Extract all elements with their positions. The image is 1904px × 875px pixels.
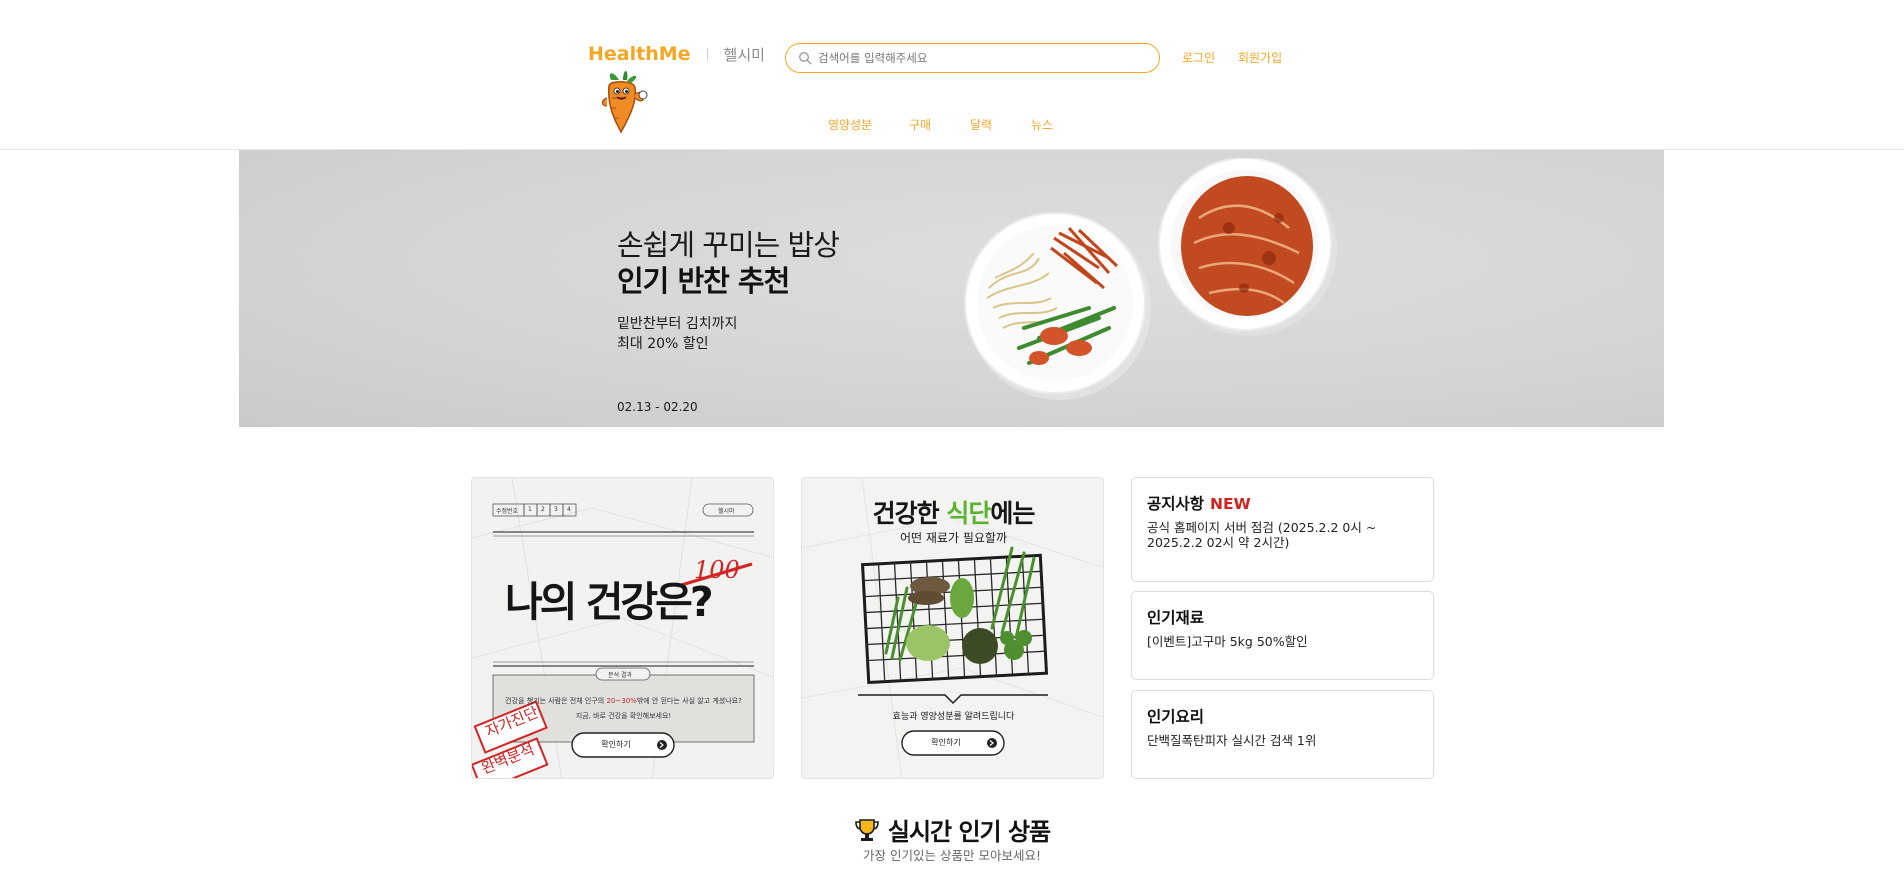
healthy-diet-card[interactable]: 건강한 식단에는 어떤 재료가 필요할까 효능과 영양성분를 알려드립니다 확인… bbox=[801, 477, 1104, 779]
section-title: 실시간 인기 상품 bbox=[0, 812, 1904, 847]
section-title-text: 실시간 인기 상품 bbox=[887, 818, 1051, 846]
logo[interactable]: HealthMe 헬시미 bbox=[588, 42, 765, 66]
signup-link[interactable]: 회원가입 bbox=[1238, 49, 1282, 66]
banchan-plates-image bbox=[964, 158, 1337, 400]
tab-2: 2 bbox=[541, 506, 545, 513]
nav-item-nutrition[interactable]: 영양성분 bbox=[828, 116, 872, 133]
divider bbox=[706, 48, 708, 60]
notice-title: 공지사항 bbox=[1147, 495, 1205, 513]
health-check-card[interactable]: 수정번호 1 2 3 4 헬시미 나의 건강은? 100 분석 결과 건강을 챙… bbox=[471, 477, 774, 779]
notice-body[interactable]: 공식 홈페이지 서버 점검 (2025.2.2 0시 ~ 2025.2.2 02… bbox=[1147, 520, 1418, 550]
banner-subtitle-line2: 최대 20% 할인 bbox=[617, 336, 709, 352]
site-header: HealthMe 헬시미 로그인 회원가입 영양성분 구매 달력 뉴스 bbox=[0, 0, 1904, 150]
confirm-button[interactable]: 확인하기 bbox=[572, 733, 660, 757]
login-link[interactable]: 로그인 bbox=[1182, 49, 1215, 66]
card-headline: 건강한 식단에는 bbox=[872, 499, 1036, 528]
brand-tag: 헬시미 bbox=[718, 508, 735, 515]
search-icon bbox=[798, 51, 812, 65]
popular-recipe-body[interactable]: 단백질폭탄피자 실시간 검색 1위 bbox=[1147, 733, 1418, 748]
promo-banner[interactable]: 손쉽게 꾸미는 밥상 인기 반찬 추천 밑반찬부터 김치까지 최대 20% 할인… bbox=[239, 150, 1664, 427]
card-subheadline: 어떤 재료가 필요할까 bbox=[900, 531, 1007, 545]
search-bar[interactable] bbox=[785, 43, 1160, 73]
nav-item-calendar[interactable]: 달력 bbox=[970, 116, 992, 133]
section-subtitle: 가장 인기있는 상품만 모아보세요! bbox=[863, 848, 1041, 863]
banner-title-line2: 인기 반찬 추천 bbox=[617, 264, 790, 298]
search-input[interactable] bbox=[818, 51, 1138, 65]
popular-recipe-box[interactable]: 인기요리 단백질폭탄피자 실시간 검색 1위 bbox=[1131, 690, 1434, 779]
score-handwritten: 100 bbox=[694, 556, 740, 584]
carrot-mascot-icon bbox=[601, 71, 648, 134]
popular-ingredient-box[interactable]: 인기재료 [이벤트]고구마 5kg 50%할인 bbox=[1131, 591, 1434, 680]
result-badge: 분석 결과 bbox=[608, 672, 632, 679]
trophy-icon bbox=[855, 819, 879, 841]
notice-box[interactable]: 공지사항 NEW 공식 홈페이지 서버 점검 (2025.2.2 0시 ~ 202… bbox=[1131, 477, 1434, 582]
brand-name-korean[interactable]: 헬시미 bbox=[724, 44, 765, 65]
card-description: 효능과 영양성분를 알려드립니다 bbox=[892, 712, 1015, 722]
nav-item-news[interactable]: 뉴스 bbox=[1031, 116, 1053, 133]
card-headline: 나의 건강은? bbox=[505, 578, 714, 626]
brand-name[interactable]: HealthMe bbox=[588, 43, 691, 65]
banner-date: 02.13 - 02.20 bbox=[617, 400, 698, 414]
banner-subtitle-line1: 밑반찬부터 김치까지 bbox=[617, 316, 738, 332]
popular-ingredient-body[interactable]: [이벤트]고구마 5kg 50%할인 bbox=[1147, 634, 1418, 649]
new-badge: NEW bbox=[1210, 495, 1251, 513]
tab-label: 수정번호 bbox=[496, 508, 519, 515]
tab-3: 3 bbox=[554, 506, 558, 513]
tab-1: 1 bbox=[528, 506, 532, 513]
popular-ingredient-title: 인기재료 bbox=[1147, 609, 1205, 627]
nav-item-purchase[interactable]: 구매 bbox=[909, 116, 931, 133]
confirm-button[interactable]: 확인하기 bbox=[902, 731, 990, 755]
popular-recipe-title: 인기요리 bbox=[1147, 708, 1205, 726]
tab-4: 4 bbox=[567, 506, 571, 513]
